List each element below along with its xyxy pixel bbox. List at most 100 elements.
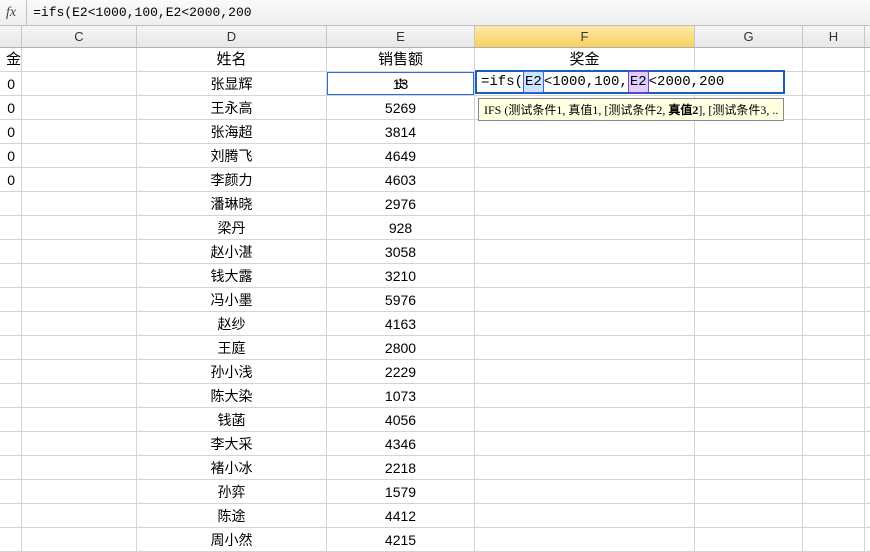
cell[interactable]: 5269 [327,96,475,119]
cell[interactable]: 孙小浅 [137,360,327,383]
cell[interactable] [695,504,803,527]
cell[interactable] [803,120,865,143]
cell-sales-header[interactable]: 销售额 [327,48,475,71]
cell[interactable] [475,384,695,407]
cell[interactable] [695,192,803,215]
cell[interactable] [475,240,695,263]
cell[interactable] [695,144,803,167]
cell[interactable] [803,144,865,167]
cell[interactable]: 金 [0,48,22,71]
cell[interactable]: 4603 [327,168,475,191]
cell[interactable] [695,240,803,263]
cell[interactable]: 王永高 [137,96,327,119]
cell[interactable] [22,360,137,383]
cell[interactable] [0,240,22,263]
cell[interactable] [475,288,695,311]
cell[interactable] [22,120,137,143]
cell[interactable] [803,216,865,239]
cell[interactable] [22,192,137,215]
col-header-e[interactable]: E [327,26,475,47]
cell[interactable]: 周小然 [137,528,327,551]
cell[interactable] [22,336,137,359]
cell[interactable]: 张显辉 [137,72,327,95]
cell[interactable]: 4649 [327,144,475,167]
cell[interactable] [803,432,865,455]
cell[interactable]: 赵小湛 [137,240,327,263]
cell[interactable] [803,480,865,503]
cell[interactable] [0,216,22,239]
cell[interactable] [22,312,137,335]
cell[interactable] [22,528,137,551]
cell[interactable] [475,120,695,143]
cell[interactable] [475,216,695,239]
cell[interactable]: 1073 [327,384,475,407]
cell[interactable]: 4412 [327,504,475,527]
cell[interactable] [803,312,865,335]
cell[interactable]: 2229 [327,360,475,383]
col-header-c[interactable]: C [22,26,137,47]
cell[interactable] [0,288,22,311]
cell[interactable] [695,336,803,359]
cell[interactable] [475,456,695,479]
cell[interactable] [0,528,22,551]
cell[interactable] [0,432,22,455]
cell[interactable] [695,432,803,455]
cell[interactable]: 4163 [327,312,475,335]
cell[interactable] [22,384,137,407]
cell[interactable]: 冯小墨 [137,288,327,311]
cell[interactable] [22,216,137,239]
cell[interactable]: 13 [327,72,475,95]
cell[interactable] [22,48,137,71]
fx-icon[interactable]: fx [0,0,27,25]
col-header-g[interactable]: G [695,26,803,47]
cell[interactable] [803,264,865,287]
cell[interactable] [803,48,865,71]
cell[interactable] [0,192,22,215]
cell[interactable]: 2800 [327,336,475,359]
cell[interactable] [475,144,695,167]
cell[interactable]: 0 [0,72,22,95]
cell[interactable]: 钱大露 [137,264,327,287]
cell[interactable]: 梁丹 [137,216,327,239]
cell[interactable] [695,288,803,311]
cell[interactable] [22,408,137,431]
cell[interactable] [22,144,137,167]
cell[interactable]: 0 [0,168,22,191]
cell[interactable] [695,168,803,191]
cell[interactable] [803,288,865,311]
cell[interactable] [803,96,865,119]
cell[interactable] [22,456,137,479]
cell[interactable] [803,72,865,95]
cell[interactable] [22,480,137,503]
cell[interactable]: 0 [0,144,22,167]
cell[interactable] [695,480,803,503]
cell[interactable] [803,504,865,527]
cell[interactable] [695,408,803,431]
cell[interactable]: 3058 [327,240,475,263]
cell[interactable]: 0 [0,120,22,143]
cell[interactable] [803,528,865,551]
cell[interactable]: 李大采 [137,432,327,455]
col-header-stub[interactable] [0,26,22,47]
cell-bonus-header[interactable]: 奖金 [475,48,695,71]
cell[interactable]: 李颜力 [137,168,327,191]
cell[interactable] [475,432,695,455]
cell[interactable] [695,216,803,239]
cell[interactable] [695,48,803,71]
cell[interactable]: 5976 [327,288,475,311]
cell[interactable] [0,336,22,359]
cell[interactable]: 1579 [327,480,475,503]
cell-name-header[interactable]: 姓名 [137,48,327,71]
cell[interactable]: 钱菡 [137,408,327,431]
cell[interactable] [22,168,137,191]
cell[interactable] [475,408,695,431]
cell[interactable] [22,288,137,311]
cell[interactable] [22,240,137,263]
cell[interactable] [22,504,137,527]
cell[interactable] [0,480,22,503]
cell[interactable] [803,360,865,383]
cell[interactable] [695,528,803,551]
cell[interactable] [475,528,695,551]
cell[interactable] [475,168,695,191]
cell[interactable]: 4056 [327,408,475,431]
